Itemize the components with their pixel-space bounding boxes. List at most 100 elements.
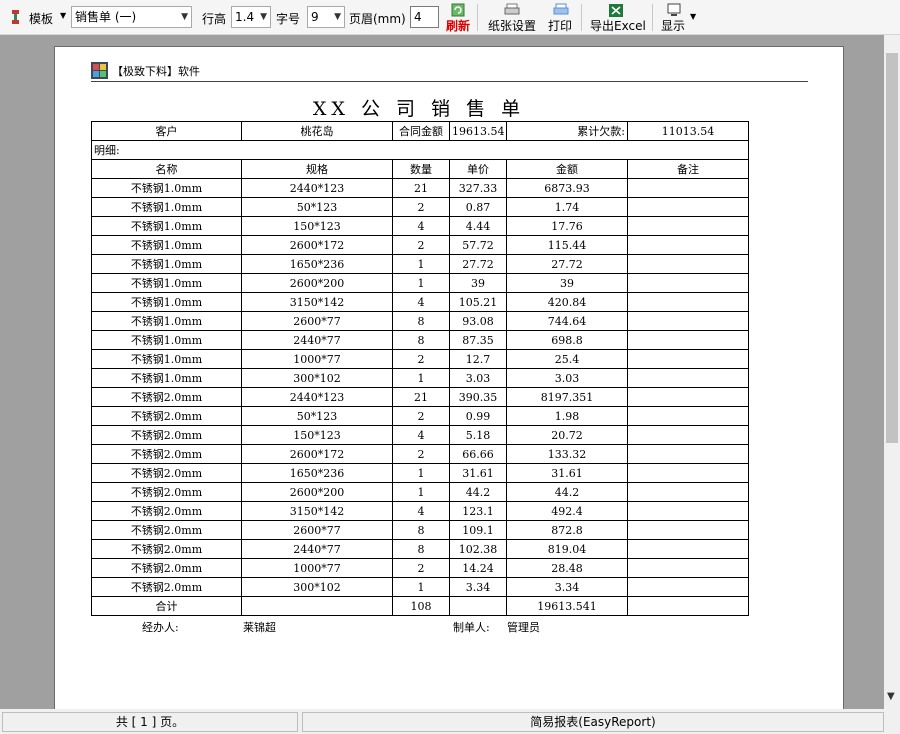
row-amount: 31.61 xyxy=(506,463,628,483)
row-price: 12.7 xyxy=(449,349,507,369)
row-name: 不锈钢1.0mm xyxy=(91,349,242,369)
display-button[interactable]: 显示 xyxy=(661,17,685,34)
row-height-select[interactable]: 1.4 ▼ xyxy=(231,6,271,28)
row-amount: 3.03 xyxy=(506,368,628,388)
row-note xyxy=(627,292,749,312)
row-qty: 8 xyxy=(392,311,450,331)
row-name: 不锈钢2.0mm xyxy=(91,520,242,540)
row-price: 4.44 xyxy=(449,216,507,236)
row-price: 5.18 xyxy=(449,425,507,445)
row-amount: 39 xyxy=(506,273,628,293)
row-note xyxy=(627,425,749,445)
maker-label: 制单人: xyxy=(453,621,490,634)
total-note-cell xyxy=(627,596,749,616)
maker-value: 管理员 xyxy=(507,621,540,634)
row-price: 123.1 xyxy=(449,501,507,521)
row-note xyxy=(627,501,749,521)
row-price: 39 xyxy=(449,273,507,293)
row-price: 0.87 xyxy=(449,197,507,217)
table-row: 不锈钢1.0mm 2600*200 1 39 39 xyxy=(91,273,749,293)
detail-row: 明细: xyxy=(91,140,749,160)
table-row: 不锈钢2.0mm 300*102 1 3.34 3.34 xyxy=(91,577,749,597)
template-dropdown-arrow-icon[interactable]: ▼ xyxy=(60,11,66,20)
row-note xyxy=(627,539,749,559)
contract-value: 19613.54 xyxy=(449,121,507,141)
paper-settings-icon[interactable] xyxy=(504,2,520,16)
row-amount: 744.64 xyxy=(506,311,628,331)
row-amount: 20.72 xyxy=(506,425,628,445)
row-qty: 2 xyxy=(392,406,450,426)
display-icon[interactable] xyxy=(667,2,681,16)
row-qty: 4 xyxy=(392,425,450,445)
row-amount: 698.8 xyxy=(506,330,628,350)
row-spec: 3150*142 xyxy=(241,292,393,312)
row-price: 93.08 xyxy=(449,311,507,331)
margin-input[interactable]: 4 xyxy=(410,6,439,28)
detail-label: 明细: xyxy=(91,140,749,160)
table-row: 不锈钢1.0mm 2600*77 8 93.08 744.64 xyxy=(91,311,749,331)
export-excel-button[interactable]: 导出Excel xyxy=(590,17,646,34)
row-note xyxy=(627,330,749,350)
row-name: 不锈钢2.0mm xyxy=(91,539,242,559)
row-price: 14.24 xyxy=(449,558,507,578)
col-amount: 金额 xyxy=(506,159,628,179)
handler-value: 莱锦超 xyxy=(243,621,276,634)
row-note xyxy=(627,444,749,464)
display-dropdown-arrow-icon[interactable]: ▼ xyxy=(690,12,696,21)
template-icon[interactable] xyxy=(10,9,21,25)
scrollbar-thumb[interactable] xyxy=(886,53,898,443)
handler-label: 经办人: xyxy=(142,621,179,634)
row-qty: 1 xyxy=(392,482,450,502)
toolbar-separator xyxy=(581,4,582,31)
customer-label: 客户 xyxy=(91,121,242,141)
refresh-icon[interactable] xyxy=(451,2,465,17)
row-spec: 2600*77 xyxy=(241,311,393,331)
table-row: 不锈钢1.0mm 1000*77 2 12.7 25.4 xyxy=(91,349,749,369)
row-name: 不锈钢1.0mm xyxy=(91,311,242,331)
font-size-select[interactable]: 9 ▼ xyxy=(307,6,345,28)
table-row: 不锈钢1.0mm 3150*142 4 105.21 420.84 xyxy=(91,292,749,312)
column-header-row: 名称 规格 数量 单价 金额 备注 xyxy=(91,159,749,179)
row-spec: 2440*123 xyxy=(241,178,393,198)
table-row: 不锈钢2.0mm 2600*200 1 44.2 44.2 xyxy=(91,482,749,502)
row-note xyxy=(627,178,749,198)
row-note xyxy=(627,387,749,407)
row-amount: 1.74 xyxy=(506,197,628,217)
row-qty: 1 xyxy=(392,368,450,388)
template-button[interactable]: 模板 xyxy=(29,10,53,27)
refresh-button[interactable]: 刷新 xyxy=(446,17,470,34)
toolbar-separator xyxy=(477,4,478,31)
scroll-down-icon[interactable]: ▼ xyxy=(887,691,895,702)
row-name: 不锈钢1.0mm xyxy=(91,273,242,293)
row-amount: 8197.351 xyxy=(506,387,628,407)
row-name: 不锈钢2.0mm xyxy=(91,501,242,521)
row-spec: 150*123 xyxy=(241,425,393,445)
row-name: 不锈钢1.0mm xyxy=(91,235,242,255)
total-qty: 108 xyxy=(392,596,450,616)
toolbar: 模板 ▼ 销售单 (一) ▼ 行高 1.4 ▼ 字号 9 ▼ 页眉(mm) 4 刷新 … xyxy=(0,0,900,35)
row-amount: 420.84 xyxy=(506,292,628,312)
paper-settings-button[interactable]: 纸张设置 xyxy=(488,17,536,34)
row-amount: 492.4 xyxy=(506,501,628,521)
row-qty: 1 xyxy=(392,273,450,293)
template-select[interactable]: 销售单 (一) ▼ xyxy=(71,6,192,28)
total-label: 合计 xyxy=(91,596,242,616)
table-row: 不锈钢2.0mm 1000*77 2 14.24 28.48 xyxy=(91,558,749,578)
debt-value: 11013.54 xyxy=(627,121,749,141)
font-size-label: 字号 xyxy=(276,12,301,26)
print-button[interactable]: 打印 xyxy=(548,17,572,34)
row-qty: 8 xyxy=(392,330,450,350)
print-icon[interactable] xyxy=(553,2,569,16)
row-name: 不锈钢2.0mm xyxy=(91,406,242,426)
vertical-scrollbar[interactable]: ▼ xyxy=(884,35,900,709)
row-note xyxy=(627,311,749,331)
row-price: 0.99 xyxy=(449,406,507,426)
row-spec: 3150*142 xyxy=(241,501,393,521)
row-name: 不锈钢1.0mm xyxy=(91,368,242,388)
excel-icon[interactable] xyxy=(609,2,623,17)
table-row: 不锈钢2.0mm 2600*172 2 66.66 133.32 xyxy=(91,444,749,464)
row-amount: 819.04 xyxy=(506,539,628,559)
row-note xyxy=(627,216,749,236)
table-row: 不锈钢2.0mm 1650*236 1 31.61 31.61 xyxy=(91,463,749,483)
row-spec: 1000*77 xyxy=(241,349,393,369)
